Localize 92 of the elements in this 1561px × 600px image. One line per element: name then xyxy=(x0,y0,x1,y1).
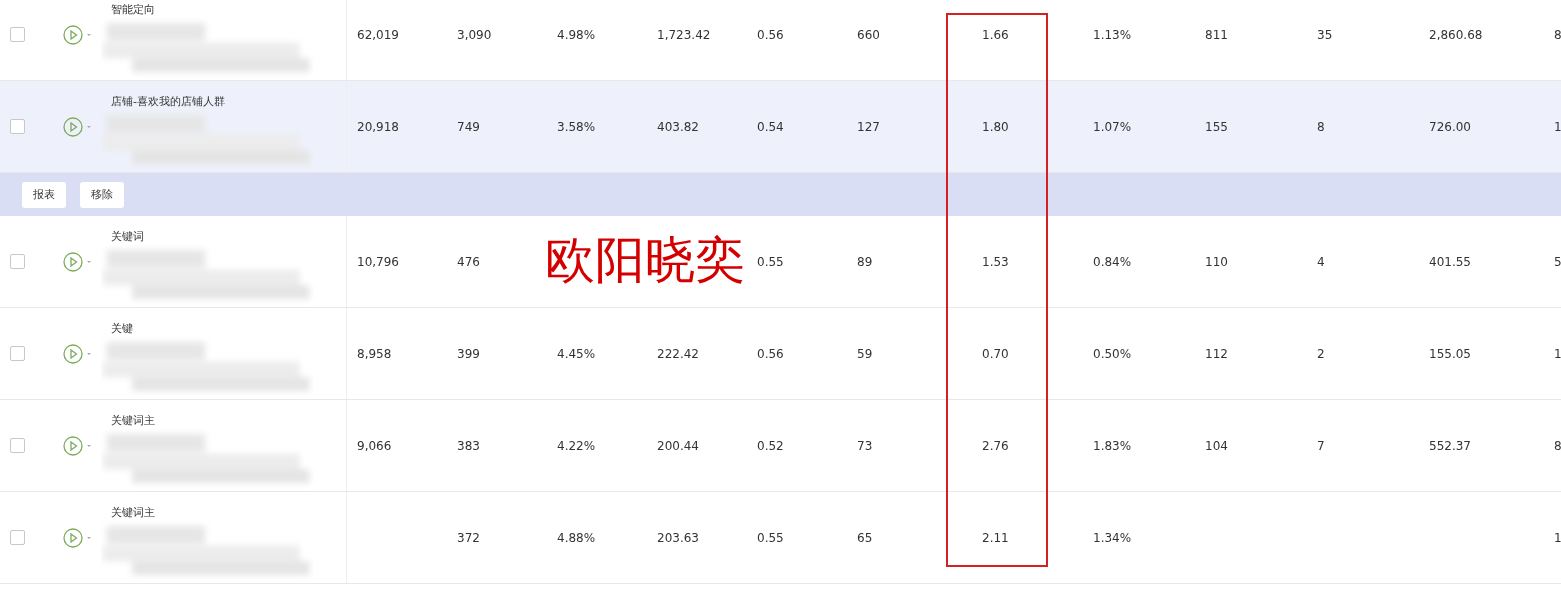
checkbox[interactable] xyxy=(10,254,25,269)
action-button[interactable]: 报表 xyxy=(22,181,66,208)
table-cell: 9,066 xyxy=(357,438,392,453)
table-cell: 1.83% xyxy=(1093,438,1132,453)
table-cell: 200.44 xyxy=(657,438,699,453)
table-cell: 1.13% xyxy=(1093,27,1132,42)
table-cell: 0.50% xyxy=(1093,346,1132,361)
table-cell: 222.42 xyxy=(657,346,699,361)
play-dropdown-icon[interactable] xyxy=(63,342,93,365)
table-cell: 7 xyxy=(1317,438,1325,453)
checkbox[interactable] xyxy=(10,530,25,545)
table-cell: 1.66 xyxy=(982,27,1009,42)
table-cell: 403.82 xyxy=(657,119,699,134)
table-cell: 726.00 xyxy=(1429,119,1471,134)
play-dropdown-icon[interactable] xyxy=(63,23,93,46)
row-name: 关键词 xyxy=(111,230,145,244)
table-cell: 3.58% xyxy=(557,119,596,134)
table-cell: 4.98% xyxy=(557,27,596,42)
table-cell: 749 xyxy=(457,119,480,134)
table-cell: 110 xyxy=(1205,254,1228,269)
table-cell: 4.45% xyxy=(557,346,596,361)
table-cell: 20,918 xyxy=(357,119,399,134)
table-cell: 2.76 xyxy=(982,438,1009,453)
play-dropdown-icon[interactable] xyxy=(63,250,93,273)
table-cell: 104 xyxy=(1205,438,1228,453)
table-cell: 155.05 xyxy=(1429,346,1471,361)
table-cell: 4.88% xyxy=(557,530,596,545)
table-cell: 0.55 xyxy=(757,530,784,545)
table-cell: 155 xyxy=(1205,119,1228,134)
table-cell: 203.63 xyxy=(657,530,699,545)
table-cell: 4.22% xyxy=(557,438,596,453)
table-cell: 8,958 xyxy=(357,346,392,361)
table-cell: 399 xyxy=(457,346,480,361)
table-row[interactable]: 关键词主 9,066 383 4.22% 200.44 0.52 73 2.76 1.83% 104 7 552.37 8 xyxy=(0,400,1561,492)
table-cell: 0.54 xyxy=(757,119,784,134)
table-cell: 5 xyxy=(1554,254,1561,269)
table-cell: 62,019 xyxy=(357,27,399,42)
table-row[interactable]: 智能定向 62,019 3,090 4.98% 1,723.42 0.56 660 1.66 1.13% 811 35 2,860.68 8 xyxy=(0,0,1561,81)
row-name: 关键词主 xyxy=(111,506,156,520)
row-name: 店铺-喜欢我的店铺人群 xyxy=(111,95,226,109)
table-cell: 401.55 xyxy=(1429,254,1471,269)
table-cell: 127 xyxy=(857,119,880,134)
play-dropdown-icon[interactable] xyxy=(63,434,93,457)
table-cell: 59 xyxy=(857,346,873,361)
play-dropdown-icon[interactable] xyxy=(63,115,93,138)
row-name: 关键词主 xyxy=(111,414,156,428)
table-cell: 4 xyxy=(1317,254,1325,269)
table-cell: 10,796 xyxy=(357,254,399,269)
row-name: 智能定向 xyxy=(111,3,156,17)
table-cell: 0.52 xyxy=(757,438,784,453)
checkbox[interactable] xyxy=(10,119,25,134)
table-cell: 73 xyxy=(857,438,873,453)
row-name: 关键 xyxy=(111,322,134,336)
table-cell: 8 xyxy=(1554,438,1561,453)
table-cell: 0.55 xyxy=(757,254,784,269)
table-cell: 3,090 xyxy=(457,27,492,42)
checkbox[interactable] xyxy=(10,346,25,361)
table-row[interactable]: 店铺-喜欢我的店铺人群 20,918 749 3.58% 403.82 0.54 127 1.80 1.07% 155 8 726.00 1 xyxy=(0,81,1561,173)
table-row[interactable]: 关键词主 372 4.88% 203.63 0.55 65 2.11 1.34% 1 xyxy=(0,492,1561,584)
action-button[interactable]: 移除 xyxy=(80,181,124,208)
table-cell: 1,723.42 xyxy=(657,27,711,42)
table-cell: 1.07% xyxy=(1093,119,1132,134)
table-cell: 660 xyxy=(857,27,880,42)
table-cell: 1.34% xyxy=(1093,530,1132,545)
table-cell: 1 xyxy=(1554,530,1561,545)
table-cell: 383 xyxy=(457,438,480,453)
annotation-text: 欧阳晓奕 xyxy=(545,230,745,291)
table-cell: 811 xyxy=(1205,27,1228,42)
table-cell: 8 xyxy=(1554,27,1561,42)
table-cell: 2 xyxy=(1317,346,1325,361)
table-cell: 2,860.68 xyxy=(1429,27,1483,42)
table-cell: 0.56 xyxy=(757,346,784,361)
play-dropdown-icon[interactable] xyxy=(63,526,93,549)
table-cell: 2.11 xyxy=(982,530,1009,545)
table-cell: 552.37 xyxy=(1429,438,1471,453)
table-cell: 0.70 xyxy=(982,346,1009,361)
table-cell: 65 xyxy=(857,530,873,545)
table-cell: 1 xyxy=(1554,119,1561,134)
table-cell: 8 xyxy=(1317,119,1325,134)
table-cell: 89 xyxy=(857,254,873,269)
table-cell: 35 xyxy=(1317,27,1333,42)
table-cell: 0.56 xyxy=(757,27,784,42)
table-cell: 1.53 xyxy=(982,254,1009,269)
table-cell: 112 xyxy=(1205,346,1228,361)
checkbox[interactable] xyxy=(10,438,25,453)
table-row[interactable]: 关键 8,958 399 4.45% 222.42 0.56 59 0.70 0.50% 112 2 155.05 1 xyxy=(0,308,1561,400)
table-cell: 1.80 xyxy=(982,119,1009,134)
table-cell: 1 xyxy=(1554,346,1561,361)
table-cell: 0.84% xyxy=(1093,254,1132,269)
table-cell: 476 xyxy=(457,254,480,269)
checkbox[interactable] xyxy=(10,27,25,42)
table-cell: 372 xyxy=(457,530,480,545)
